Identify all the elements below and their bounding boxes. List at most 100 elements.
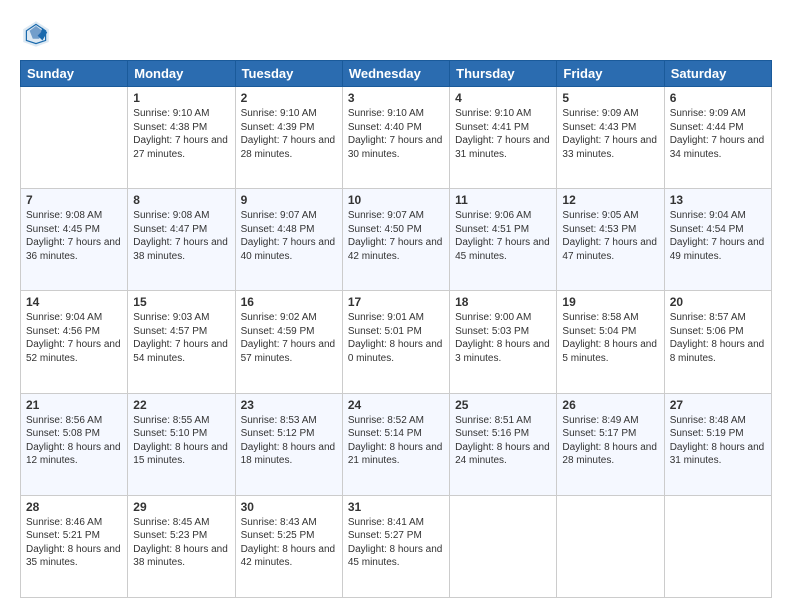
calendar-cell: 10Sunrise: 9:07 AMSunset: 4:50 PMDayligh…: [342, 189, 449, 291]
calendar-cell: 13Sunrise: 9:04 AMSunset: 4:54 PMDayligh…: [664, 189, 771, 291]
calendar-cell: [21, 87, 128, 189]
calendar-table: SundayMondayTuesdayWednesdayThursdayFrid…: [20, 60, 772, 598]
sunset-text: Sunset: 5:27 PM: [348, 529, 444, 543]
daylight-text: Daylight: 8 hours and: [455, 441, 551, 455]
sunset-text: Sunset: 5:06 PM: [670, 325, 766, 339]
daylight-text: Daylight: 7 hours and: [241, 134, 337, 148]
daylight-text-2: 36 minutes.: [26, 250, 122, 264]
daylight-text-2: 40 minutes.: [241, 250, 337, 264]
calendar-cell: 30Sunrise: 8:43 AMSunset: 5:25 PMDayligh…: [235, 495, 342, 597]
calendar-cell: 15Sunrise: 9:03 AMSunset: 4:57 PMDayligh…: [128, 291, 235, 393]
sunrise-text: Sunrise: 9:09 AM: [670, 107, 766, 121]
daylight-text-2: 28 minutes.: [241, 148, 337, 162]
calendar-cell: 12Sunrise: 9:05 AMSunset: 4:53 PMDayligh…: [557, 189, 664, 291]
daylight-text: Daylight: 7 hours and: [348, 134, 444, 148]
calendar-cell: 24Sunrise: 8:52 AMSunset: 5:14 PMDayligh…: [342, 393, 449, 495]
daylight-text-2: 54 minutes.: [133, 352, 229, 366]
sunrise-text: Sunrise: 8:53 AM: [241, 414, 337, 428]
sunset-text: Sunset: 5:19 PM: [670, 427, 766, 441]
day-number: 24: [348, 398, 444, 412]
sunrise-text: Sunrise: 8:46 AM: [26, 516, 122, 530]
daylight-text-2: 38 minutes.: [133, 556, 229, 570]
sunset-text: Sunset: 5:16 PM: [455, 427, 551, 441]
day-number: 11: [455, 193, 551, 207]
daylight-text-2: 21 minutes.: [348, 454, 444, 468]
calendar-cell: 22Sunrise: 8:55 AMSunset: 5:10 PMDayligh…: [128, 393, 235, 495]
sunrise-text: Sunrise: 9:03 AM: [133, 311, 229, 325]
daylight-text: Daylight: 7 hours and: [26, 236, 122, 250]
sunset-text: Sunset: 5:21 PM: [26, 529, 122, 543]
daylight-text-2: 0 minutes.: [348, 352, 444, 366]
daylight-text: Daylight: 8 hours and: [133, 543, 229, 557]
sunrise-text: Sunrise: 8:45 AM: [133, 516, 229, 530]
daylight-text-2: 5 minutes.: [562, 352, 658, 366]
day-header-monday: Monday: [128, 61, 235, 87]
daylight-text-2: 45 minutes.: [348, 556, 444, 570]
day-number: 2: [241, 91, 337, 105]
sunset-text: Sunset: 5:04 PM: [562, 325, 658, 339]
daylight-text-2: 47 minutes.: [562, 250, 658, 264]
sunset-text: Sunset: 4:59 PM: [241, 325, 337, 339]
daylight-text: Daylight: 7 hours and: [241, 338, 337, 352]
daylight-text: Daylight: 8 hours and: [562, 338, 658, 352]
daylight-text-2: 3 minutes.: [455, 352, 551, 366]
daylight-text: Daylight: 8 hours and: [241, 543, 337, 557]
calendar-week-0: 1Sunrise: 9:10 AMSunset: 4:38 PMDaylight…: [21, 87, 772, 189]
day-header-sunday: Sunday: [21, 61, 128, 87]
daylight-text: Daylight: 8 hours and: [670, 441, 766, 455]
sunset-text: Sunset: 4:57 PM: [133, 325, 229, 339]
daylight-text: Daylight: 8 hours and: [26, 441, 122, 455]
daylight-text: Daylight: 8 hours and: [455, 338, 551, 352]
day-number: 16: [241, 295, 337, 309]
header: [20, 18, 772, 50]
sunset-text: Sunset: 4:48 PM: [241, 223, 337, 237]
calendar-week-1: 7Sunrise: 9:08 AMSunset: 4:45 PMDaylight…: [21, 189, 772, 291]
calendar-cell: 26Sunrise: 8:49 AMSunset: 5:17 PMDayligh…: [557, 393, 664, 495]
calendar-cell: 2Sunrise: 9:10 AMSunset: 4:39 PMDaylight…: [235, 87, 342, 189]
sunset-text: Sunset: 5:14 PM: [348, 427, 444, 441]
sunrise-text: Sunrise: 8:51 AM: [455, 414, 551, 428]
day-number: 7: [26, 193, 122, 207]
calendar-cell: 8Sunrise: 9:08 AMSunset: 4:47 PMDaylight…: [128, 189, 235, 291]
sunset-text: Sunset: 5:12 PM: [241, 427, 337, 441]
daylight-text-2: 57 minutes.: [241, 352, 337, 366]
daylight-text: Daylight: 7 hours and: [562, 134, 658, 148]
daylight-text: Daylight: 7 hours and: [133, 236, 229, 250]
calendar-cell: [664, 495, 771, 597]
daylight-text: Daylight: 8 hours and: [241, 441, 337, 455]
day-number: 12: [562, 193, 658, 207]
calendar-week-2: 14Sunrise: 9:04 AMSunset: 4:56 PMDayligh…: [21, 291, 772, 393]
day-number: 30: [241, 500, 337, 514]
daylight-text: Daylight: 8 hours and: [670, 338, 766, 352]
calendar-cell: 31Sunrise: 8:41 AMSunset: 5:27 PMDayligh…: [342, 495, 449, 597]
sunset-text: Sunset: 5:08 PM: [26, 427, 122, 441]
calendar-cell: 25Sunrise: 8:51 AMSunset: 5:16 PMDayligh…: [450, 393, 557, 495]
sunrise-text: Sunrise: 8:52 AM: [348, 414, 444, 428]
daylight-text-2: 34 minutes.: [670, 148, 766, 162]
calendar-cell: 16Sunrise: 9:02 AMSunset: 4:59 PMDayligh…: [235, 291, 342, 393]
day-number: 17: [348, 295, 444, 309]
calendar-cell: 17Sunrise: 9:01 AMSunset: 5:01 PMDayligh…: [342, 291, 449, 393]
daylight-text-2: 49 minutes.: [670, 250, 766, 264]
calendar-cell: 27Sunrise: 8:48 AMSunset: 5:19 PMDayligh…: [664, 393, 771, 495]
sunset-text: Sunset: 4:40 PM: [348, 121, 444, 135]
calendar-cell: 23Sunrise: 8:53 AMSunset: 5:12 PMDayligh…: [235, 393, 342, 495]
sunset-text: Sunset: 4:45 PM: [26, 223, 122, 237]
day-number: 26: [562, 398, 658, 412]
day-number: 20: [670, 295, 766, 309]
calendar-cell: 21Sunrise: 8:56 AMSunset: 5:08 PMDayligh…: [21, 393, 128, 495]
day-number: 18: [455, 295, 551, 309]
daylight-text: Daylight: 8 hours and: [26, 543, 122, 557]
sunset-text: Sunset: 4:47 PM: [133, 223, 229, 237]
day-number: 3: [348, 91, 444, 105]
sunrise-text: Sunrise: 8:58 AM: [562, 311, 658, 325]
day-number: 5: [562, 91, 658, 105]
day-number: 22: [133, 398, 229, 412]
sunrise-text: Sunrise: 8:57 AM: [670, 311, 766, 325]
daylight-text: Daylight: 7 hours and: [26, 338, 122, 352]
sunrise-text: Sunrise: 9:10 AM: [133, 107, 229, 121]
daylight-text-2: 38 minutes.: [133, 250, 229, 264]
calendar-cell: 11Sunrise: 9:06 AMSunset: 4:51 PMDayligh…: [450, 189, 557, 291]
calendar-header-row: SundayMondayTuesdayWednesdayThursdayFrid…: [21, 61, 772, 87]
day-header-tuesday: Tuesday: [235, 61, 342, 87]
